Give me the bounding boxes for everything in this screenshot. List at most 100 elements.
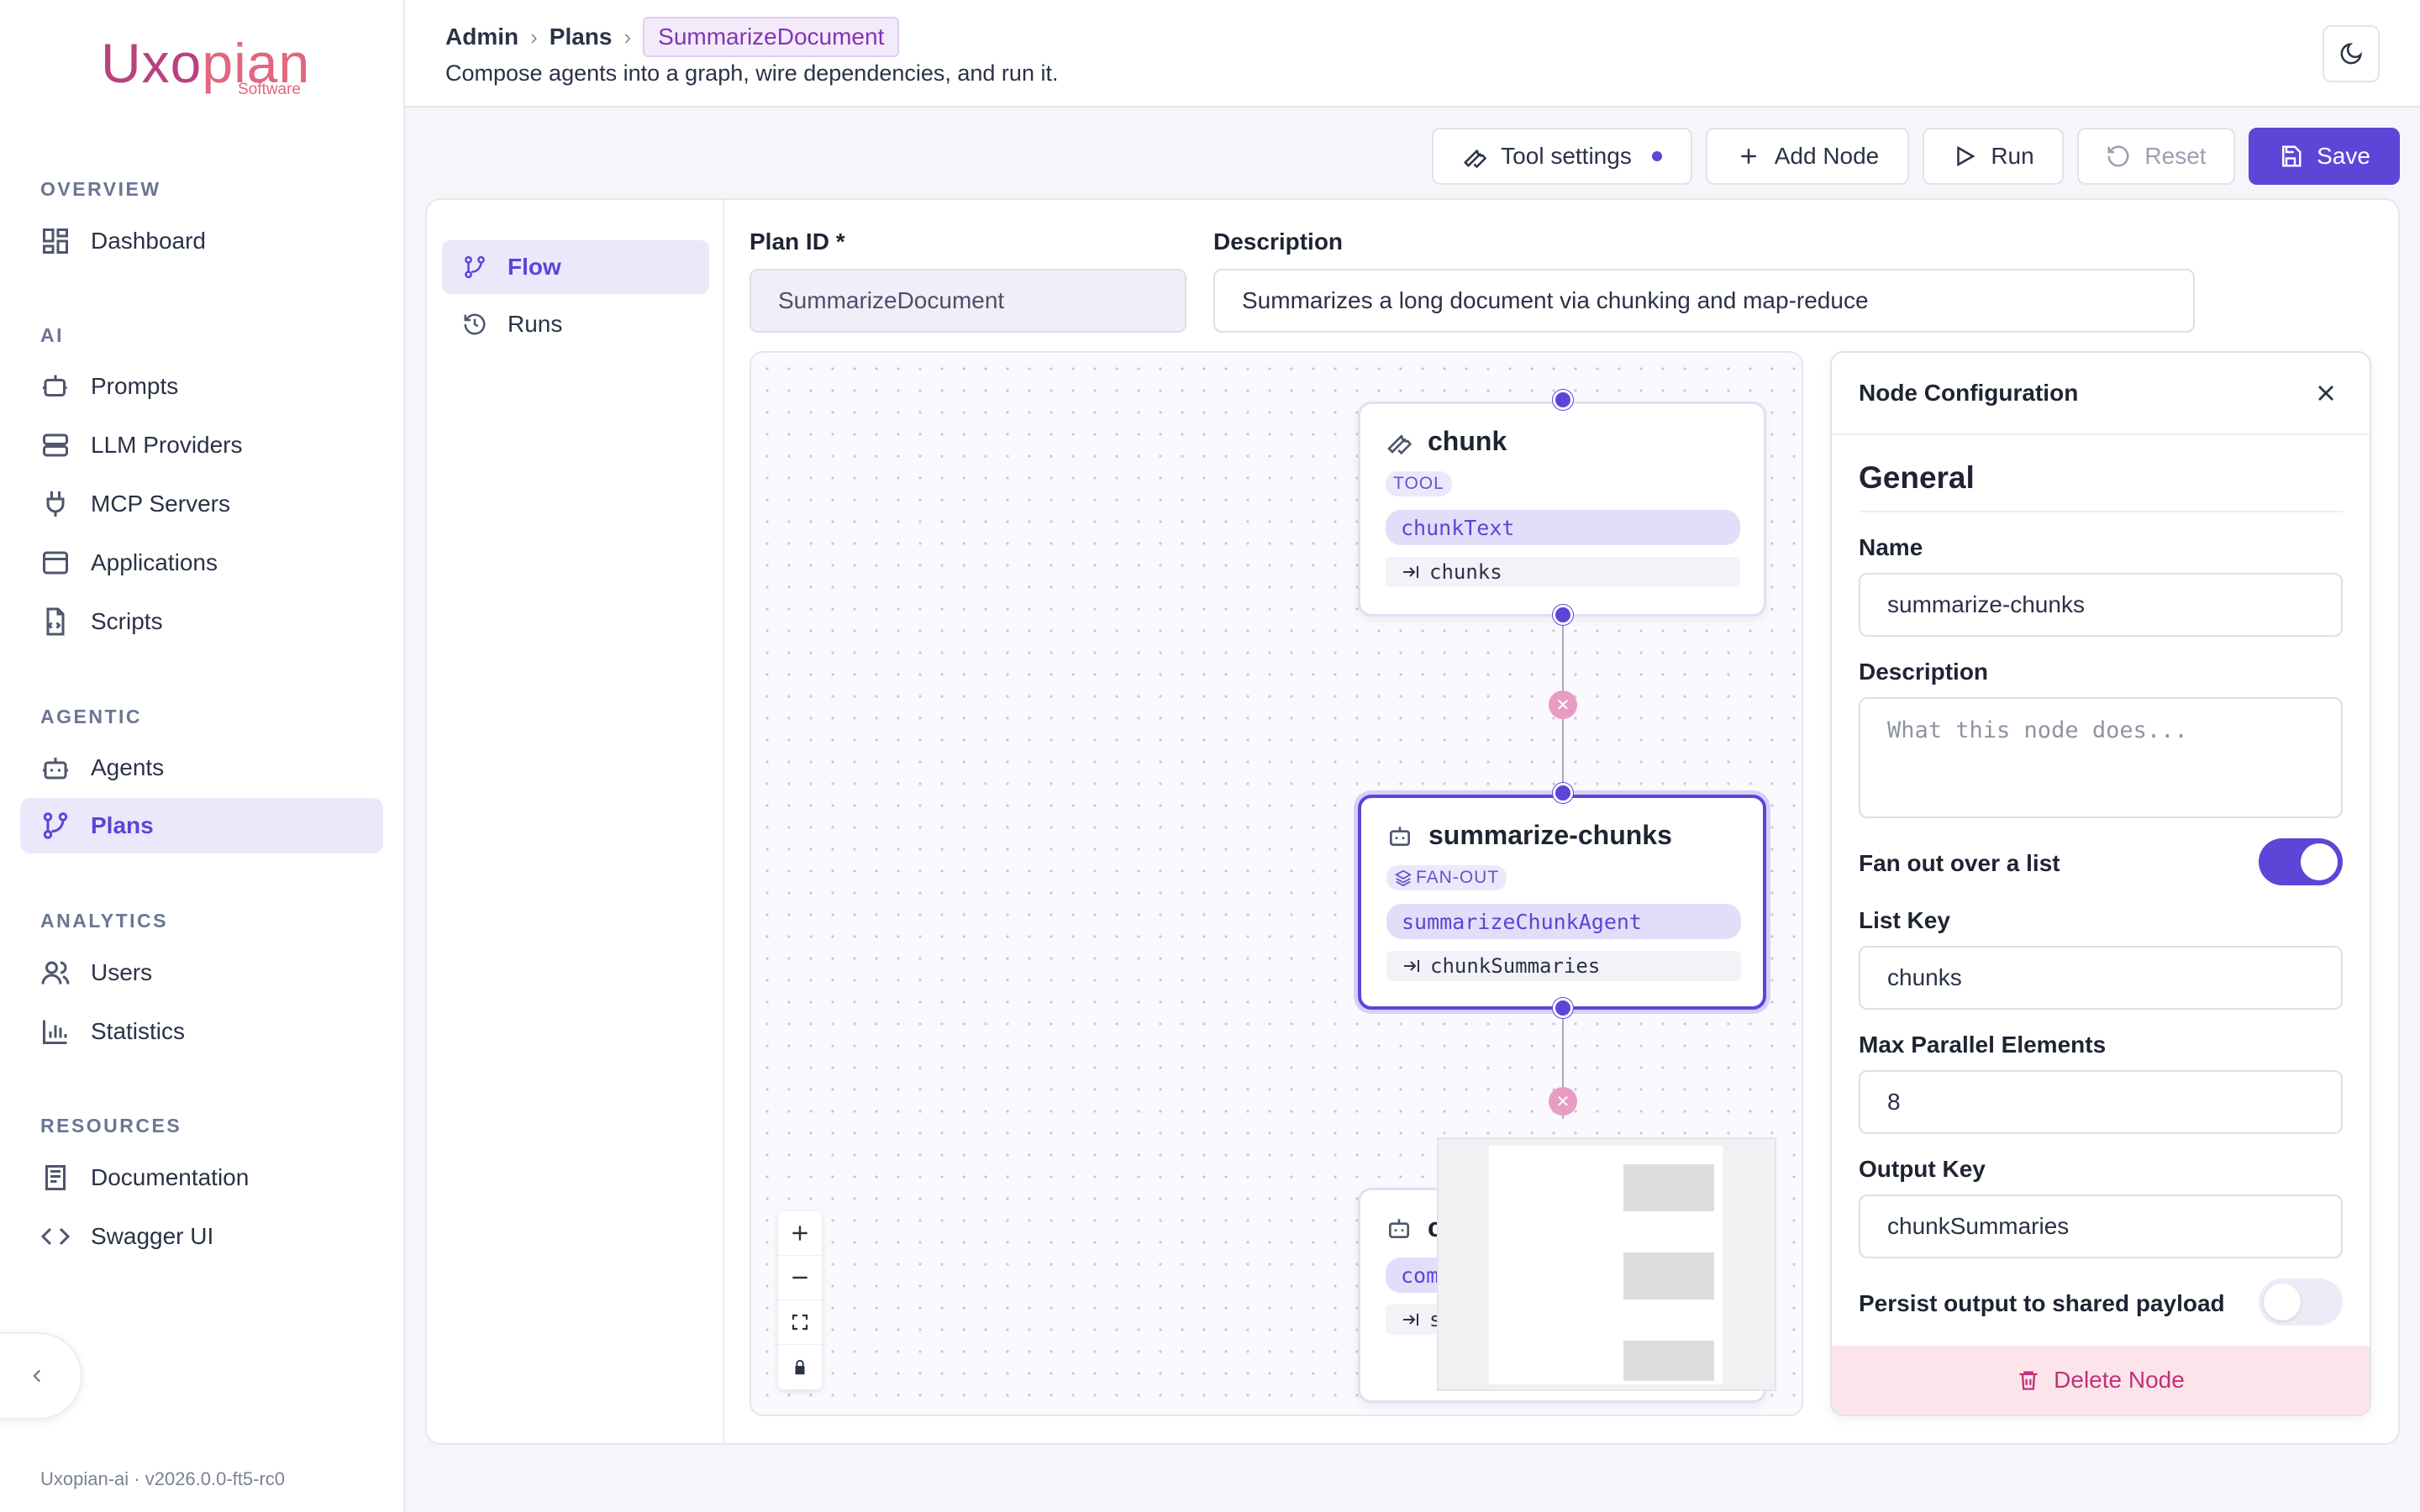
sidebar-item-label: LLM Providers	[91, 432, 243, 458]
fanout-toggle[interactable]	[2259, 838, 2343, 885]
minus-icon	[792, 1276, 808, 1279]
sidebar-item-agents[interactable]: Agents	[20, 740, 383, 795]
breadcrumb-admin[interactable]: Admin	[445, 24, 518, 50]
tool-settings-button[interactable]: Tool settings	[1432, 128, 1692, 185]
layers-icon	[1394, 869, 1413, 887]
sidebar-item-users[interactable]: Users	[20, 945, 383, 1000]
minimap-node	[1623, 1252, 1714, 1299]
reset-button[interactable]: Reset	[2077, 128, 2235, 185]
minimap-viewport	[1489, 1146, 1723, 1384]
persist-output-toggle[interactable]	[2259, 1278, 2343, 1326]
collapse-sidebar-button[interactable]	[0, 1332, 82, 1420]
zoom-out-button[interactable]	[778, 1256, 822, 1300]
zoom-in-button[interactable]	[778, 1211, 822, 1256]
plan-tabs: Flow Runs	[427, 200, 724, 1443]
node-output: chunkSummaries	[1386, 951, 1741, 981]
sidebar-item-llm-providers[interactable]: LLM Providers	[20, 417, 383, 473]
max-parallel-field[interactable]: 8	[1859, 1070, 2343, 1134]
config-title: Node Configuration	[1859, 380, 2079, 406]
script-icon	[46, 607, 65, 636]
tab-runs[interactable]: Runs	[442, 297, 709, 351]
flow-canvas[interactable]: ✕ ✕ chunk TOOL chunkText chunks summariz…	[750, 351, 1803, 1416]
plus-icon	[792, 1226, 808, 1241]
output-key-field[interactable]: chunkSummaries	[1859, 1194, 2343, 1258]
fit-view-icon	[792, 1314, 808, 1331]
wrench-icon	[1387, 433, 1413, 454]
prompt-icon	[43, 375, 67, 396]
sidebar-item-label: MCP Servers	[91, 491, 230, 517]
divider	[1859, 511, 2343, 512]
plus-icon	[1740, 149, 1756, 164]
breadcrumb-plans[interactable]: Plans	[550, 24, 613, 50]
sidebar-item-plans[interactable]: Plans	[20, 798, 383, 853]
sidebar-item-prompts[interactable]: Prompts	[20, 359, 383, 414]
dashboard-icon	[43, 228, 68, 254]
arrow-right-to-line-icon	[1403, 566, 1418, 578]
delete-edge-button[interactable]: ✕	[1549, 1087, 1577, 1116]
lock-icon	[795, 1359, 805, 1374]
sidebar-item-label: Prompts	[91, 373, 179, 399]
sidebar-item-swagger-ui[interactable]: Swagger UI	[20, 1209, 383, 1264]
node-input-handle[interactable]	[1553, 783, 1573, 803]
bot-icon	[1389, 1218, 1409, 1238]
node-input-handle[interactable]	[1553, 390, 1573, 410]
node-output-handle[interactable]	[1553, 605, 1573, 625]
plan-id-label: Plan ID *	[750, 228, 845, 255]
server-icon	[43, 433, 68, 457]
sidebar: Uxopian Software OVERVIEW Dashboard AI P…	[0, 0, 405, 1512]
node-description-field[interactable]: What this node does...	[1859, 697, 2343, 818]
app-version: Uxopian-ai · v2026.0.0-ft5-rc0	[40, 1468, 286, 1489]
run-button[interactable]: Run	[1923, 128, 2064, 185]
save-icon	[2282, 145, 2302, 167]
bot-icon	[43, 758, 68, 780]
lock-canvas-button[interactable]	[778, 1345, 822, 1389]
save-button[interactable]: Save	[2249, 128, 2400, 185]
node-name-field[interactable]: summarize-chunks	[1859, 573, 2343, 637]
node-output-handle[interactable]	[1553, 998, 1573, 1018]
list-key-field[interactable]: chunks	[1859, 946, 2343, 1010]
flow-node-chunk[interactable]: chunk TOOL chunkText chunks	[1358, 402, 1766, 617]
chevron-right-icon: ›	[623, 24, 632, 50]
delete-node-button[interactable]: Delete Node	[1832, 1346, 2370, 1415]
add-node-button[interactable]: Add Node	[1706, 128, 1909, 185]
sidebar-item-label: Dashboard	[91, 228, 206, 254]
tab-flow[interactable]: Flow	[442, 240, 709, 294]
delete-edge-button[interactable]: ✕	[1549, 690, 1577, 719]
node-title: chunk	[1428, 426, 1507, 456]
history-icon	[464, 313, 486, 335]
sidebar-item-statistics[interactable]: Statistics	[20, 1004, 383, 1059]
plan-description-label: Description	[1213, 228, 1344, 255]
sidebar-item-scripts[interactable]: Scripts	[20, 594, 383, 649]
chevron-right-icon: ›	[530, 24, 538, 50]
node-output: chunks	[1386, 557, 1740, 587]
zoom-controls	[778, 1211, 822, 1389]
flow-node-summarize-chunks[interactable]: summarize-chunks FAN-OUT summarizeChunkA…	[1358, 795, 1766, 1010]
node-description-label: Description	[1859, 659, 1989, 685]
sidebar-item-mcp-servers[interactable]: MCP Servers	[20, 476, 383, 532]
moon-icon	[2340, 43, 2362, 65]
chevron-left-icon	[33, 1369, 41, 1383]
node-name-label: Name	[1859, 534, 1923, 560]
breadcrumb-current: SummarizeDocument	[643, 17, 900, 57]
nav-section-agentic: AGENTIC	[40, 706, 142, 727]
node-type-badge: FAN-OUT	[1386, 865, 1507, 890]
fanout-label: Fan out over a list	[1859, 850, 2060, 876]
top-header: Admin › Plans › SummarizeDocument Compos…	[405, 0, 2420, 108]
users-icon	[41, 961, 70, 984]
sidebar-item-applications[interactable]: Applications	[20, 535, 383, 591]
plan-description-field[interactable]: Summarizes a long document via chunking …	[1213, 269, 2195, 333]
close-icon[interactable]	[2312, 380, 2339, 407]
sidebar-item-label: Statistics	[91, 1018, 186, 1044]
minimap-node	[1623, 1341, 1714, 1381]
sidebar-item-label: Documentation	[91, 1164, 250, 1190]
theme-toggle-button[interactable]	[2323, 25, 2380, 82]
sidebar-item-dashboard[interactable]: Dashboard	[20, 213, 383, 269]
config-header: Node Configuration	[1832, 353, 2370, 435]
minimap[interactable]	[1437, 1137, 1776, 1391]
wrench-icon	[1464, 149, 1487, 169]
sidebar-item-documentation[interactable]: Documentation	[20, 1150, 383, 1205]
reset-icon	[2107, 145, 2129, 167]
brand-logo[interactable]: Uxopian Software	[101, 34, 309, 101]
code-icon	[40, 1227, 71, 1246]
fit-view-button[interactable]	[778, 1300, 822, 1345]
